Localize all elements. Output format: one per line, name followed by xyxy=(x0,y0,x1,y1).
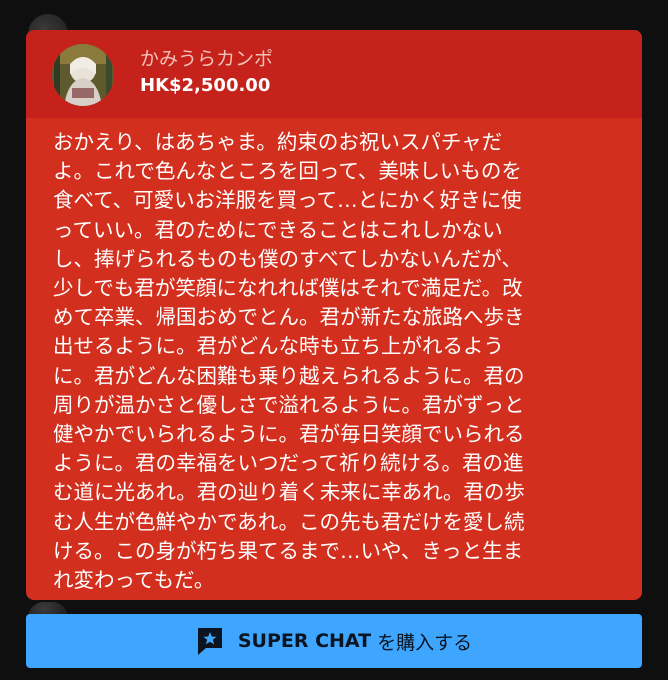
buy-button-label-bold: SUPER CHAT xyxy=(237,630,372,652)
author-name[interactable]: かみうらカンポ xyxy=(140,44,273,71)
superchat-amount: HK$2,500.00 xyxy=(140,75,271,96)
superchat-message: おかえり、はあちゃま。約束のお祝いスパチャだ よ。これで色んなところを回って、美… xyxy=(53,130,525,593)
superchat-header: かみうらカンポ HK$2,500.00 xyxy=(26,30,642,118)
superchat-icon xyxy=(197,628,222,655)
author-avatar[interactable] xyxy=(52,44,114,106)
buy-superchat-button[interactable]: SUPER CHAT を購入する xyxy=(26,614,642,668)
superchat-card: かみうらカンポ HK$2,500.00 おかえり、はあちゃま。約束のお祝いスパチ… xyxy=(26,30,642,600)
buy-button-label: を購入する xyxy=(371,631,473,654)
